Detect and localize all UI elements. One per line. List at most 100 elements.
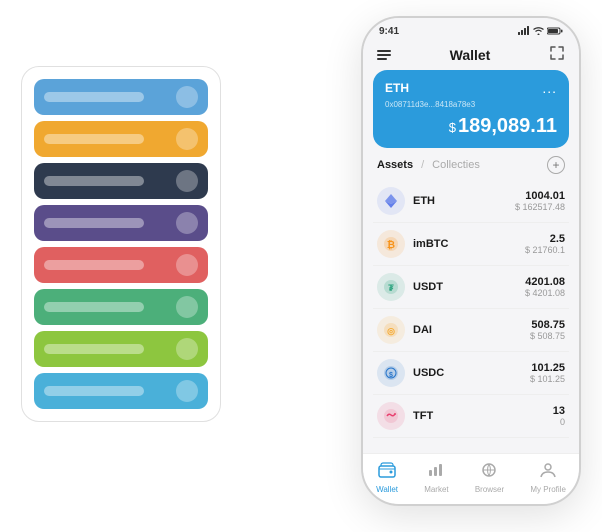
- usdt-symbol: USDT: [413, 281, 525, 293]
- svg-text:₮: ₮: [388, 283, 394, 293]
- tabs-left: Assets / Collecties: [377, 159, 480, 171]
- eth-card-name: ETH: [385, 81, 409, 95]
- imbtc-icon: ₿: [377, 230, 405, 258]
- usdt-amount: 4201.08: [525, 276, 565, 288]
- phone: 9:41: [361, 16, 581, 506]
- tab-collecties[interactable]: Collecties: [432, 159, 480, 171]
- profile-nav-icon: [539, 462, 557, 483]
- stack-card-5[interactable]: [34, 247, 208, 283]
- stack-card-4[interactable]: [34, 205, 208, 241]
- nav-wallet[interactable]: Wallet: [376, 462, 398, 494]
- svg-text:◎: ◎: [387, 326, 395, 336]
- usdc-icon: $: [377, 359, 405, 387]
- battery-icon: [547, 27, 563, 37]
- hamburger-line: [377, 58, 387, 60]
- tft-usd: 0: [553, 417, 565, 427]
- card-dot: [176, 128, 198, 150]
- eth-icon: [377, 187, 405, 215]
- scene: 9:41: [21, 16, 581, 516]
- nav-market[interactable]: Market: [424, 462, 448, 494]
- eth-card[interactable]: ETH ... 0x08711d3e...8418a78e3 $189,089.…: [373, 70, 569, 148]
- card-dot: [176, 86, 198, 108]
- asset-row-usdc[interactable]: $ USDC 101.25 $ 101.25: [373, 352, 569, 395]
- plus-icon: +: [552, 159, 559, 171]
- tab-divider: /: [421, 159, 424, 171]
- eth-balance-amount: 189,089.11: [458, 115, 557, 137]
- usdc-usd: $ 101.25: [530, 374, 565, 384]
- eth-amount: 1004.01: [515, 190, 565, 202]
- status-time: 9:41: [379, 26, 399, 37]
- market-nav-icon: [427, 462, 445, 483]
- asset-row-eth[interactable]: ETH 1004.01 $ 162517.48: [373, 180, 569, 223]
- tft-amounts: 13 0: [553, 405, 565, 427]
- card-stack: [21, 66, 221, 422]
- card-bar: [44, 260, 144, 270]
- profile-nav-label: My Profile: [530, 485, 566, 494]
- card-bar: [44, 218, 144, 228]
- eth-usd: $ 162517.48: [515, 202, 565, 212]
- card-dot: [176, 296, 198, 318]
- card-dot: [176, 380, 198, 402]
- imbtc-amount: 2.5: [525, 233, 565, 245]
- dai-symbol: DAI: [413, 324, 530, 336]
- usdc-amounts: 101.25 $ 101.25: [530, 362, 565, 384]
- add-asset-button[interactable]: +: [547, 156, 565, 174]
- hamburger-line: [377, 54, 391, 56]
- page-title: Wallet: [450, 47, 491, 63]
- tab-assets[interactable]: Assets: [377, 159, 413, 171]
- usdc-amount: 101.25: [530, 362, 565, 374]
- dai-amount: 508.75: [530, 319, 565, 331]
- stack-card-3[interactable]: [34, 163, 208, 199]
- market-nav-label: Market: [424, 485, 448, 494]
- card-dot: [176, 170, 198, 192]
- assets-tabs: Assets / Collecties +: [363, 156, 579, 180]
- card-dot: [176, 254, 198, 276]
- browser-nav-label: Browser: [475, 485, 504, 494]
- card-bar: [44, 386, 144, 396]
- nav-browser[interactable]: Browser: [475, 462, 504, 494]
- imbtc-amounts: 2.5 $ 21760.1: [525, 233, 565, 255]
- eth-card-header: ETH ...: [385, 80, 557, 96]
- eth-dollar-sign: $: [449, 120, 456, 135]
- usdt-icon: ₮: [377, 273, 405, 301]
- wifi-icon: [533, 27, 544, 37]
- card-bar: [44, 176, 144, 186]
- tft-icon: [377, 402, 405, 430]
- status-bar: 9:41: [363, 18, 579, 41]
- eth-card-options[interactable]: ...: [542, 80, 557, 96]
- asset-list: ETH 1004.01 $ 162517.48 ₿ imBTC 2.5 $ 21…: [363, 180, 579, 453]
- status-icons: [518, 26, 563, 37]
- dai-icon: ◎: [377, 316, 405, 344]
- stack-card-8[interactable]: [34, 373, 208, 409]
- imbtc-symbol: imBTC: [413, 238, 525, 250]
- asset-row-usdt[interactable]: ₮ USDT 4201.08 $ 4201.08: [373, 266, 569, 309]
- asset-row-imbtc[interactable]: ₿ imBTC 2.5 $ 21760.1: [373, 223, 569, 266]
- card-bar: [44, 302, 144, 312]
- svg-text:$: $: [389, 372, 393, 379]
- asset-row-tft[interactable]: TFT 13 0: [373, 395, 569, 438]
- stack-card-7[interactable]: [34, 331, 208, 367]
- eth-amounts: 1004.01 $ 162517.48: [515, 190, 565, 212]
- card-bar: [44, 134, 144, 144]
- usdt-amounts: 4201.08 $ 4201.08: [525, 276, 565, 298]
- card-bar: [44, 344, 144, 354]
- stack-card-6[interactable]: [34, 289, 208, 325]
- menu-button[interactable]: [377, 50, 391, 60]
- wallet-nav-icon: [378, 462, 396, 483]
- asset-row-dai[interactable]: ◎ DAI 508.75 $ 508.75: [373, 309, 569, 352]
- imbtc-usd: $ 21760.1: [525, 245, 565, 255]
- tft-amount: 13: [553, 405, 565, 417]
- bottom-nav: Wallet Market: [363, 453, 579, 504]
- expand-icon[interactable]: [549, 45, 565, 64]
- card-bar: [44, 92, 144, 102]
- stack-card-1[interactable]: [34, 79, 208, 115]
- card-dot: [176, 212, 198, 234]
- nav-profile[interactable]: My Profile: [530, 462, 566, 494]
- phone-header: Wallet: [363, 41, 579, 70]
- card-dot: [176, 338, 198, 360]
- browser-nav-icon: [480, 462, 498, 483]
- stack-card-2[interactable]: [34, 121, 208, 157]
- hamburger-line: [377, 50, 391, 52]
- wallet-nav-label: Wallet: [376, 485, 398, 494]
- signal-icon: [518, 26, 530, 37]
